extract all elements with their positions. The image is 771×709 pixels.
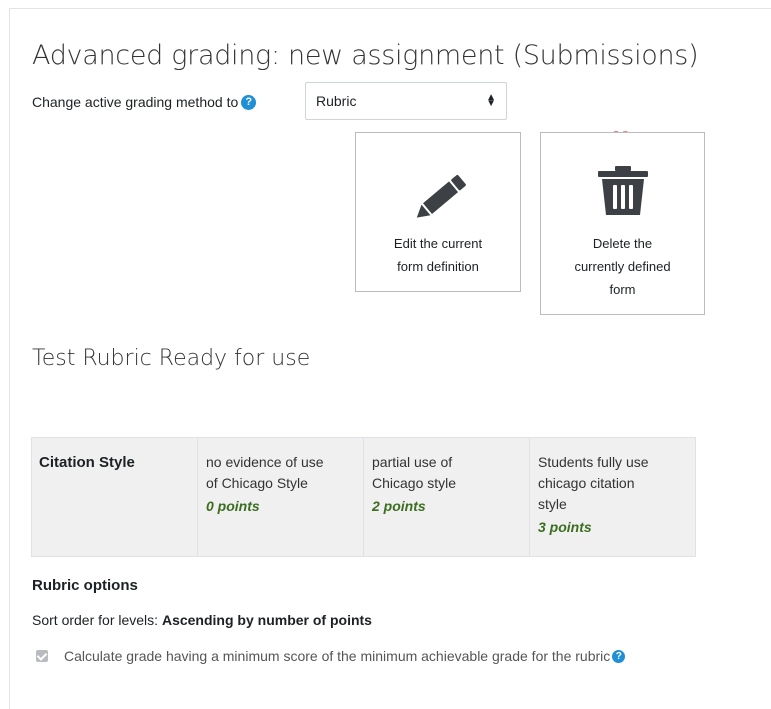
trash-icon (598, 166, 648, 215)
level-description: Students fully use (538, 454, 649, 470)
delete-label-line1: Delete the (592, 236, 653, 251)
delete-label-line3: form (609, 282, 636, 297)
level-description: chicago citation (538, 475, 635, 491)
level-description: style (538, 496, 567, 512)
grading-method-label: Change active grading method to (32, 94, 239, 110)
rubric-level: no evidence of use of Chicago Style 0 po… (197, 437, 364, 557)
pencil-icon (416, 174, 466, 218)
level-description: partial use of (372, 454, 453, 470)
grading-method-row: Change active grading method to ? (32, 84, 257, 120)
question-circle-icon[interactable]: ? (612, 649, 626, 663)
question-circle-icon[interactable]: ? (241, 94, 257, 110)
calc-grade-option: Calculate grade having a minimum score o… (36, 648, 626, 664)
level-points: 3 points (538, 519, 592, 535)
calc-grade-checkbox[interactable] (36, 650, 48, 662)
rubric-title: Test Rubric Ready for use (32, 346, 311, 371)
sort-order-line: Sort order for levels: Ascending by numb… (32, 612, 372, 628)
level-points: 2 points (372, 498, 426, 514)
rubric-level: Students fully use chicago citation styl… (529, 437, 696, 557)
criterion-name: Citation Style (31, 437, 198, 557)
rubric-criterion-row: Citation Style no evidence of use of Chi… (31, 437, 696, 557)
sort-order-value: Ascending by number of points (161, 612, 372, 628)
calc-grade-label: Calculate grade having a minimum score o… (64, 648, 611, 664)
delete-label-line2: currently defined (574, 259, 671, 274)
level-points: 0 points (206, 498, 260, 514)
sort-order-label: Sort order for levels: (32, 612, 159, 628)
rubric-table: Citation Style no evidence of use of Chi… (31, 437, 696, 557)
level-description: of Chicago Style (206, 475, 308, 491)
grading-method-select[interactable]: Rubric ▲ ▼ (305, 82, 507, 120)
grading-method-value: Rubric (316, 93, 357, 109)
level-description: no evidence of use (206, 454, 324, 470)
edit-form-button[interactable]: Edit the current form definition (355, 132, 521, 292)
edit-label-line1: Edit the current (393, 236, 483, 251)
level-description: Chicago style (372, 475, 457, 491)
rubric-level: partial use of Chicago style 2 points (363, 437, 530, 557)
delete-form-button[interactable]: Delete the currently defined form (540, 132, 705, 315)
sort-arrows-icon: ▲ ▼ (486, 92, 496, 109)
page-title: Advanced grading: new assignment (Submis… (32, 40, 699, 71)
edit-label-line2: form definition (397, 259, 479, 274)
rubric-options-heading: Rubric options (32, 577, 138, 594)
